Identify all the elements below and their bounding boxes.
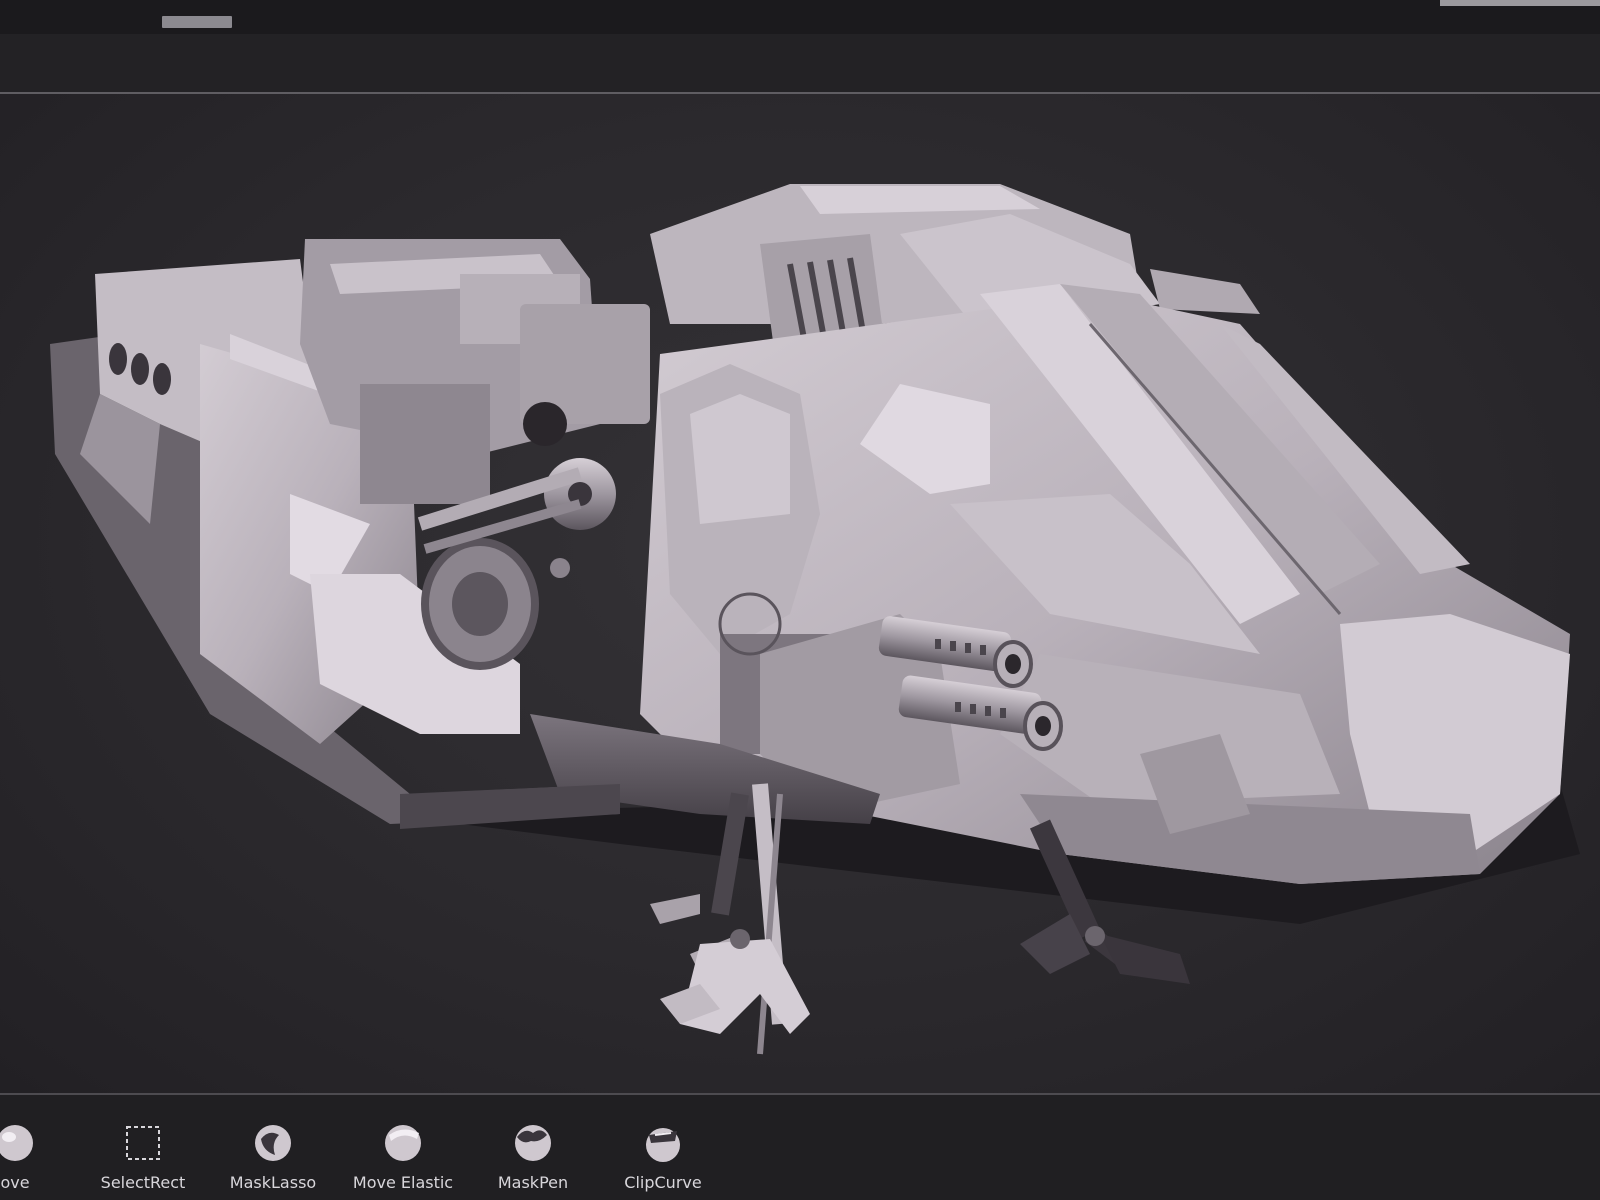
zbrush-screen: ove SelectRect MaskLasso Move Elastic Ma… (0, 0, 1600, 1200)
brush-label: MaskLasso (229, 1173, 317, 1192)
brush-button-move[interactable]: ove (0, 1105, 70, 1200)
move-elastic-icon (385, 1125, 421, 1161)
select-rect-icon (126, 1126, 160, 1160)
brush-button-clipcurve[interactable]: ClipCurve (608, 1105, 718, 1200)
menu-bar (0, 0, 1600, 34)
brush-button-selectrect[interactable]: SelectRect (88, 1105, 198, 1200)
menu-tab[interactable] (162, 16, 232, 28)
brush-button-masklasso[interactable]: MaskLasso (218, 1105, 328, 1200)
mech-model-render (50, 184, 1580, 1055)
brush-button-move-elastic[interactable]: Move Elastic (348, 1105, 458, 1200)
brush-label: Move Elastic (352, 1173, 454, 1192)
menu-bar-edge (1440, 0, 1600, 6)
brush-button-maskpen[interactable]: MaskPen (478, 1105, 588, 1200)
document-canvas[interactable] (0, 94, 1600, 1094)
brush-label: ClipCurve (624, 1173, 702, 1192)
sphere-brush-icon (0, 1125, 33, 1161)
clip-curve-icon (646, 1128, 680, 1162)
mask-lasso-icon (255, 1125, 291, 1161)
brush-shelf: ove SelectRect MaskLasso Move Elastic Ma… (0, 1095, 1600, 1200)
brush-label: ove (0, 1173, 30, 1192)
mask-pen-icon (515, 1125, 551, 1161)
brush-label: MaskPen (497, 1173, 569, 1192)
brush-label: SelectRect (100, 1173, 186, 1192)
